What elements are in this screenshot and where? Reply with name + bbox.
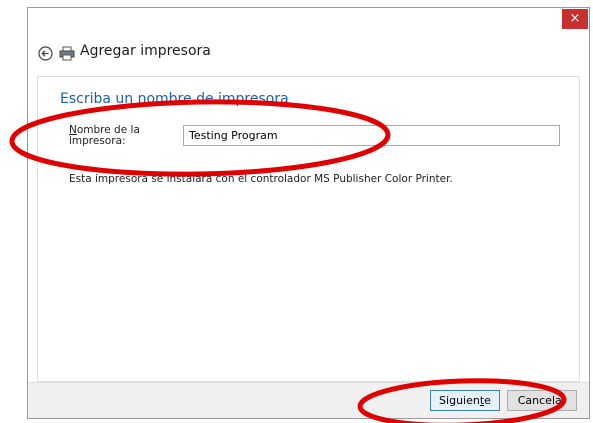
next-label-part1: Siguien	[439, 394, 480, 407]
content-panel	[37, 76, 580, 382]
printer-icon	[59, 46, 75, 61]
cancel-button[interactable]: Cancelar	[507, 390, 577, 411]
title-bar: ×	[28, 8, 589, 33]
close-button[interactable]: ×	[562, 9, 588, 29]
page-heading: Escriba un nombre de impresora	[60, 91, 289, 107]
printer-name-input[interactable]	[183, 125, 560, 146]
next-button[interactable]: Siguiente	[430, 390, 500, 411]
next-label-part2: e	[484, 394, 491, 407]
wizard-title: Agregar impresora	[80, 43, 211, 59]
back-arrow-icon[interactable]	[38, 46, 53, 61]
printer-name-label: Nombre de la impresora:	[69, 125, 164, 147]
add-printer-window: × Agregar impresora Escriba un nombre de…	[27, 7, 590, 419]
label-text-line2: impresora:	[69, 135, 126, 147]
driver-info-text: Esta impresora se instalará con el contr…	[69, 173, 453, 185]
button-bar: Siguiente Cancelar	[28, 382, 589, 418]
wizard-header: Agregar impresora	[28, 38, 589, 68]
